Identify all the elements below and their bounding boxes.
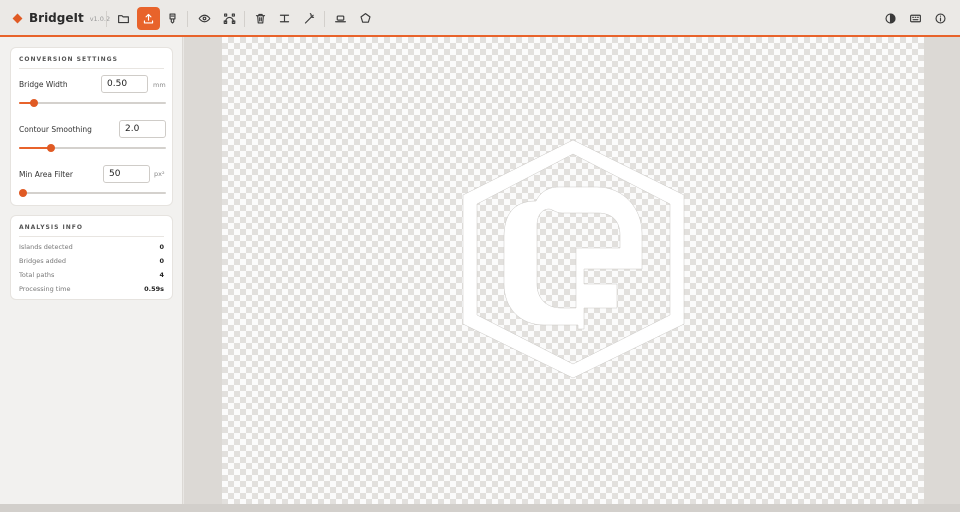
divider	[19, 68, 164, 69]
bezier-path-button[interactable]	[218, 7, 241, 30]
divider	[19, 236, 164, 237]
info-value: 0	[159, 243, 164, 251]
info-value: 4	[159, 271, 164, 279]
info-row-islands: Islands detected 0	[19, 241, 164, 253]
bridge-width-input[interactable]	[101, 75, 148, 93]
eye-icon	[198, 14, 211, 23]
folder-icon	[118, 15, 129, 24]
slider-thumb[interactable]	[47, 144, 56, 152]
contour-smoothing-slider[interactable]	[19, 144, 166, 152]
bridge-width-label: Bridge Width	[19, 80, 68, 89]
info-icon	[935, 13, 946, 24]
frame-tool-button[interactable]	[329, 7, 352, 30]
hexagon-logo-preview	[462, 139, 685, 379]
export-button[interactable]	[137, 7, 160, 30]
min-area-filter-label: Min Area Filter	[19, 170, 73, 179]
i-beam-icon	[279, 14, 290, 23]
app-name: BridgeIt	[29, 11, 84, 25]
marker-button[interactable]	[161, 7, 184, 30]
polygon-icon	[360, 13, 371, 23]
info-value: 0	[159, 257, 164, 265]
theme-toggle-button[interactable]	[879, 7, 902, 30]
analysis-info-card: ANALYSIS INFO Islands detected 0 Bridges…	[10, 215, 173, 300]
workspace	[184, 37, 960, 504]
info-label: Total paths	[19, 271, 55, 279]
min-area-filter-slider[interactable]	[19, 189, 166, 197]
bridge-width-unit: mm	[153, 81, 166, 89]
conversion-settings-title: CONVERSION SETTINGS	[19, 56, 118, 63]
trash-icon	[255, 13, 266, 24]
sidebar: CONVERSION SETTINGS Bridge Width mm Cont…	[0, 37, 183, 504]
about-button[interactable]	[929, 7, 952, 30]
app-header: BridgeIt v1.0.2	[0, 0, 960, 37]
analysis-info-title: ANALYSIS INFO	[19, 224, 83, 231]
toolbar-separator	[324, 11, 325, 27]
toolbar-separator	[187, 11, 188, 27]
toolbar-separator	[244, 11, 245, 27]
app-version: v1.0.2	[89, 15, 111, 23]
conversion-settings-card: CONVERSION SETTINGS Bridge Width mm Cont…	[10, 47, 173, 206]
info-row-bridges: Bridges added 0	[19, 255, 164, 267]
status-bar	[0, 504, 960, 512]
info-label: Bridges added	[19, 257, 67, 265]
contour-smoothing-input[interactable]	[119, 120, 166, 138]
info-label: Islands detected	[19, 243, 73, 251]
info-value: 0.59s	[144, 285, 164, 293]
slider-thumb[interactable]	[19, 189, 28, 197]
info-label: Processing time	[19, 285, 71, 293]
marker-icon	[169, 13, 176, 24]
brand: BridgeIt v1.0.2	[12, 0, 111, 36]
polygon-tool-button[interactable]	[354, 7, 377, 30]
slider-thumb[interactable]	[29, 99, 38, 107]
bezier-icon	[223, 13, 236, 24]
bridge-tool-button[interactable]	[273, 7, 296, 30]
delete-button[interactable]	[249, 7, 272, 30]
upload-icon	[143, 13, 154, 24]
artboard-canvas[interactable]	[222, 37, 924, 504]
info-row-processing-time: Processing time 0.59s	[19, 283, 164, 295]
toolbar-separator	[106, 11, 107, 27]
keyboard-shortcuts-button[interactable]	[904, 7, 927, 30]
contour-smoothing-label: Contour Smoothing	[19, 125, 92, 134]
keyboard-icon	[910, 14, 921, 23]
magic-wand-button[interactable]	[298, 7, 321, 30]
info-row-paths: Total paths 4	[19, 269, 164, 281]
min-area-filter-unit: px²	[154, 170, 165, 178]
frame-icon	[335, 15, 346, 23]
diamond-logo-icon	[12, 13, 23, 23]
wand-icon	[304, 13, 315, 24]
open-file-button[interactable]	[112, 7, 135, 30]
bridge-width-slider[interactable]	[19, 99, 166, 107]
min-area-filter-input[interactable]	[103, 165, 150, 183]
preview-button[interactable]	[193, 7, 216, 30]
contrast-icon	[885, 13, 896, 24]
